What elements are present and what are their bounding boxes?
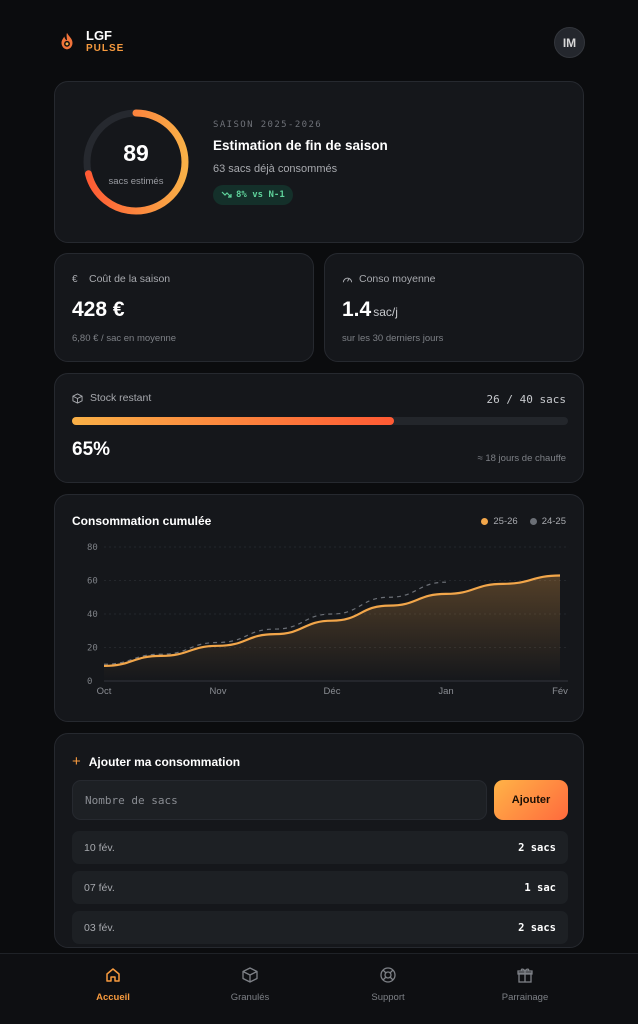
nav-label-support: Support (371, 992, 405, 1003)
bag-count-input[interactable] (72, 780, 487, 820)
entry-date: 03 fév. (84, 921, 115, 934)
average-consumption-card: Conso moyenne 1.4 sac/j sur les 30 dernie… (324, 253, 584, 362)
gift-icon (517, 968, 533, 983)
y-tick-label: 0 (87, 677, 92, 687)
series-area-current (104, 575, 560, 681)
cumulative-consumption-card: Consommation cumulée 25-26 24-25 0 20 40 60… (54, 494, 584, 722)
box-icon (72, 392, 83, 404)
entry-date: 07 fév. (84, 881, 115, 894)
nav-label-home: Accueil (96, 992, 130, 1003)
x-tick-label: Oct (97, 686, 112, 697)
y-tick-label: 20 (87, 644, 98, 654)
season-label: SAISON 2025-2026 (213, 120, 323, 130)
nav-label-referral: Parrainage (501, 992, 549, 1003)
trend-badge: 8% vs N-1 (213, 185, 293, 205)
box-icon (242, 967, 258, 983)
app-header: LGF PULSE IM (0, 0, 638, 80)
estimate-title: Estimation de fin de saison (213, 138, 388, 153)
stock-days-remaining: ≈ 18 jours de chauffe (477, 453, 567, 464)
add-button[interactable]: Ajouter (494, 780, 568, 820)
season-cost-value: 428 € (72, 298, 125, 321)
stock-label: Stock restant (90, 392, 152, 404)
bottom-nav: Accueil Granulés Support Parrainage (0, 953, 638, 1024)
entry-quantity: 2 sacs (518, 921, 556, 934)
x-tick-label: Nov (210, 686, 227, 697)
consumption-chart: 0 20 40 60 80 Oct Nov Déc Jan Fév (87, 543, 568, 697)
nav-label-pellets: Granulés (230, 992, 270, 1003)
x-tick-label: Déc (324, 686, 341, 697)
average-consumption-unit: sac/j (373, 305, 398, 319)
list-item[interactable]: 07 fév. 1 sac (72, 871, 568, 904)
entry-date: 10 fév. (84, 841, 115, 854)
x-tick-label: Fév (552, 686, 568, 697)
home-icon (106, 968, 120, 982)
sacks-estimated-value: 89 (123, 140, 149, 166)
plus-icon: + (72, 753, 81, 770)
add-consumption-card: + Ajouter ma consommation Ajouter 10 fév… (54, 733, 584, 948)
avatar[interactable]: IM (554, 27, 585, 58)
nav-item-pellets[interactable]: Granulés (200, 966, 300, 1003)
stock-progress-fill (72, 417, 395, 425)
stock-card: Stock restant 26 / 40 sacs 65% ≈ 18 jour… (54, 373, 584, 483)
list-item[interactable]: 03 fév. 2 sacs (72, 911, 568, 944)
entry-quantity: 1 sac (524, 881, 556, 894)
average-consumption-label: Conso moyenne (359, 273, 436, 285)
entry-quantity: 2 sacs (518, 841, 556, 854)
brand-subname: PULSE (86, 43, 125, 54)
euro-icon: € (72, 273, 78, 285)
season-cost-card: € Coût de la saison 428 € 6,80 € / sac e… (54, 253, 314, 362)
lifebuoy-icon (380, 967, 396, 983)
nav-item-support[interactable]: Support (338, 966, 438, 1003)
flame-logo-icon (61, 32, 73, 49)
y-tick-label: 40 (87, 610, 98, 620)
season-cost-label: Coût de la saison (89, 273, 171, 285)
trend-down-icon (221, 191, 232, 198)
stock-percent: 65% (72, 439, 111, 460)
y-tick-label: 60 (87, 577, 98, 587)
stock-count: 26 / 40 sacs (486, 393, 566, 406)
gauge-icon (342, 277, 353, 282)
list-item[interactable]: 10 fév. 2 sacs (72, 831, 568, 864)
season-estimate-card: 89 sacs estimés SAISON 2025-2026 Estimat… (54, 81, 584, 243)
sacks-estimated-label: sacs estimés (108, 176, 164, 187)
stock-progress-bar (72, 417, 568, 425)
average-consumption-foot: sur les 30 derniers jours (342, 333, 444, 344)
trend-text: 8% vs N-1 (236, 190, 285, 200)
nav-item-home[interactable]: Accueil (63, 966, 163, 1003)
brand-name: LGF (86, 28, 112, 43)
consumed-subtitle: 63 sacs déjà consommés (213, 163, 338, 175)
season-cost-foot: 6,80 € / sac en moyenne (72, 333, 177, 344)
add-consumption-title: + Ajouter ma consommation (72, 753, 241, 770)
x-tick-label: Jan (438, 686, 453, 697)
logo[interactable]: LGF PULSE (56, 29, 124, 54)
average-consumption-value: 1.4 sac/j (342, 298, 398, 321)
y-tick-label: 80 (87, 543, 98, 553)
nav-item-referral[interactable]: Parrainage (475, 966, 575, 1003)
